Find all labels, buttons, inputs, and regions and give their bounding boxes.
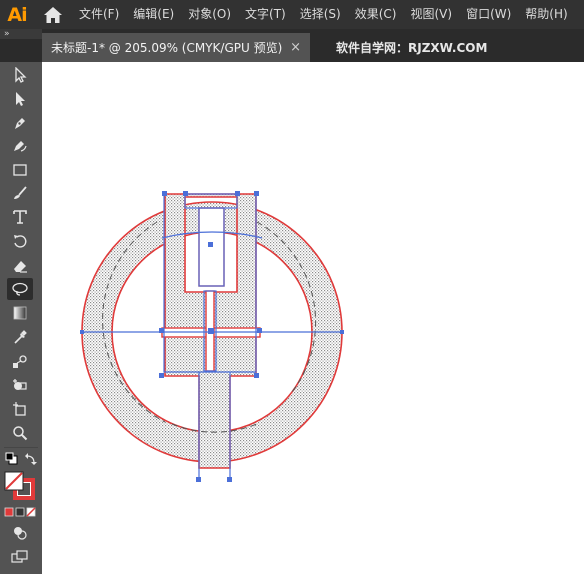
menu-window[interactable]: 窗口(W)	[459, 0, 518, 29]
fill-stroke-icon	[4, 471, 35, 500]
tools-panel	[0, 62, 42, 574]
paintbrush-tool[interactable]	[7, 182, 33, 204]
gradient-tool[interactable]	[7, 302, 33, 324]
gradient-icon	[13, 306, 27, 320]
menu-effect[interactable]: 效果(C)	[348, 0, 404, 29]
selection-tool[interactable]	[7, 64, 33, 86]
lasso-tool[interactable]	[7, 278, 33, 300]
screen-mode-button[interactable]	[7, 546, 33, 568]
blend-icon	[13, 355, 27, 368]
tools-divider	[4, 447, 38, 448]
draw-mode-icon	[14, 527, 27, 540]
default-colors-button[interactable]	[3, 451, 21, 467]
rectangle-tool[interactable]	[7, 159, 33, 181]
app-logo: Ai	[7, 3, 27, 26]
direct-selection-icon	[16, 92, 25, 106]
document-tab-secondary[interactable]: 软件自学网：RJZXW.COM	[314, 33, 584, 62]
eraser-tool[interactable]	[7, 255, 33, 277]
menu-help[interactable]: 帮助(H)	[518, 0, 574, 29]
document-tab-active[interactable]: 未标题-1* @ 205.09% (CMYK/GPU 预览) ×	[42, 33, 310, 62]
paintbrush-icon	[14, 186, 27, 199]
shape-builder-icon	[13, 379, 27, 390]
type-tool[interactable]	[7, 206, 33, 228]
eraser-icon	[14, 261, 27, 273]
secondary-tab-title: 软件自学网：RJZXW.COM	[336, 41, 488, 55]
menu-select[interactable]: 选择(S)	[293, 0, 348, 29]
close-tab-icon[interactable]: ×	[290, 40, 301, 55]
draw-mode-button[interactable]	[7, 522, 33, 544]
panel-collapse-button[interactable]: »	[0, 29, 42, 39]
menu-type[interactable]: 文字(T)	[238, 0, 293, 29]
swap-colors-button[interactable]	[23, 451, 39, 467]
document-tab-bar: » 未标题-1* @ 205.09% (CMYK/GPU 预览) × 软件自学网…	[0, 29, 584, 62]
blend-tool[interactable]	[7, 351, 33, 373]
menu-items: 文件(F) 编辑(E) 对象(O) 文字(T) 选择(S) 效果(C) 视图(V…	[72, 0, 575, 29]
selection-icon	[15, 67, 27, 83]
type-icon	[13, 210, 27, 224]
zoom-tool[interactable]	[7, 422, 33, 444]
artboard[interactable]	[42, 62, 584, 574]
artboard-icon	[13, 402, 26, 416]
zoom-icon	[13, 426, 28, 441]
menu-edit[interactable]: 编辑(E)	[126, 0, 181, 29]
eyedropper-tool[interactable]	[7, 327, 33, 349]
artboard-tool[interactable]	[7, 398, 33, 420]
menu-object[interactable]: 对象(O)	[181, 0, 238, 29]
pen-tool[interactable]	[7, 112, 33, 134]
menu-bar: Ai 文件(F) 编辑(E) 对象(O) 文字(T) 选择(S) 效果(C) 视…	[0, 0, 584, 29]
rotate-icon	[14, 235, 27, 248]
swap-colors-icon	[25, 453, 37, 465]
selected-artwork[interactable]	[42, 62, 584, 574]
pen-icon	[15, 118, 25, 129]
direct-selection-tool[interactable]	[7, 88, 33, 110]
color-mode-buttons[interactable]	[3, 506, 37, 518]
screen-mode-icon	[11, 550, 28, 563]
curvature-tool[interactable]	[7, 134, 33, 156]
home-icon	[44, 6, 62, 23]
rectangle-icon	[13, 164, 27, 176]
menu-file[interactable]: 文件(F)	[72, 0, 126, 29]
lasso-icon	[12, 282, 28, 296]
document-tab-title: 未标题-1* @ 205.09% (CMYK/GPU 预览)	[51, 41, 283, 55]
rotate-tool[interactable]	[7, 230, 33, 252]
shape-builder-tool[interactable]	[7, 374, 33, 396]
home-button[interactable]	[34, 0, 72, 29]
default-colors-icon	[5, 452, 18, 465]
eyedropper-icon	[14, 330, 27, 344]
menu-view[interactable]: 视图(V)	[403, 0, 459, 29]
document-canvas[interactable]	[42, 62, 584, 574]
curvature-icon	[14, 141, 27, 152]
color-mode-icon	[4, 507, 36, 517]
fill-stroke-swatches[interactable]	[3, 470, 37, 502]
